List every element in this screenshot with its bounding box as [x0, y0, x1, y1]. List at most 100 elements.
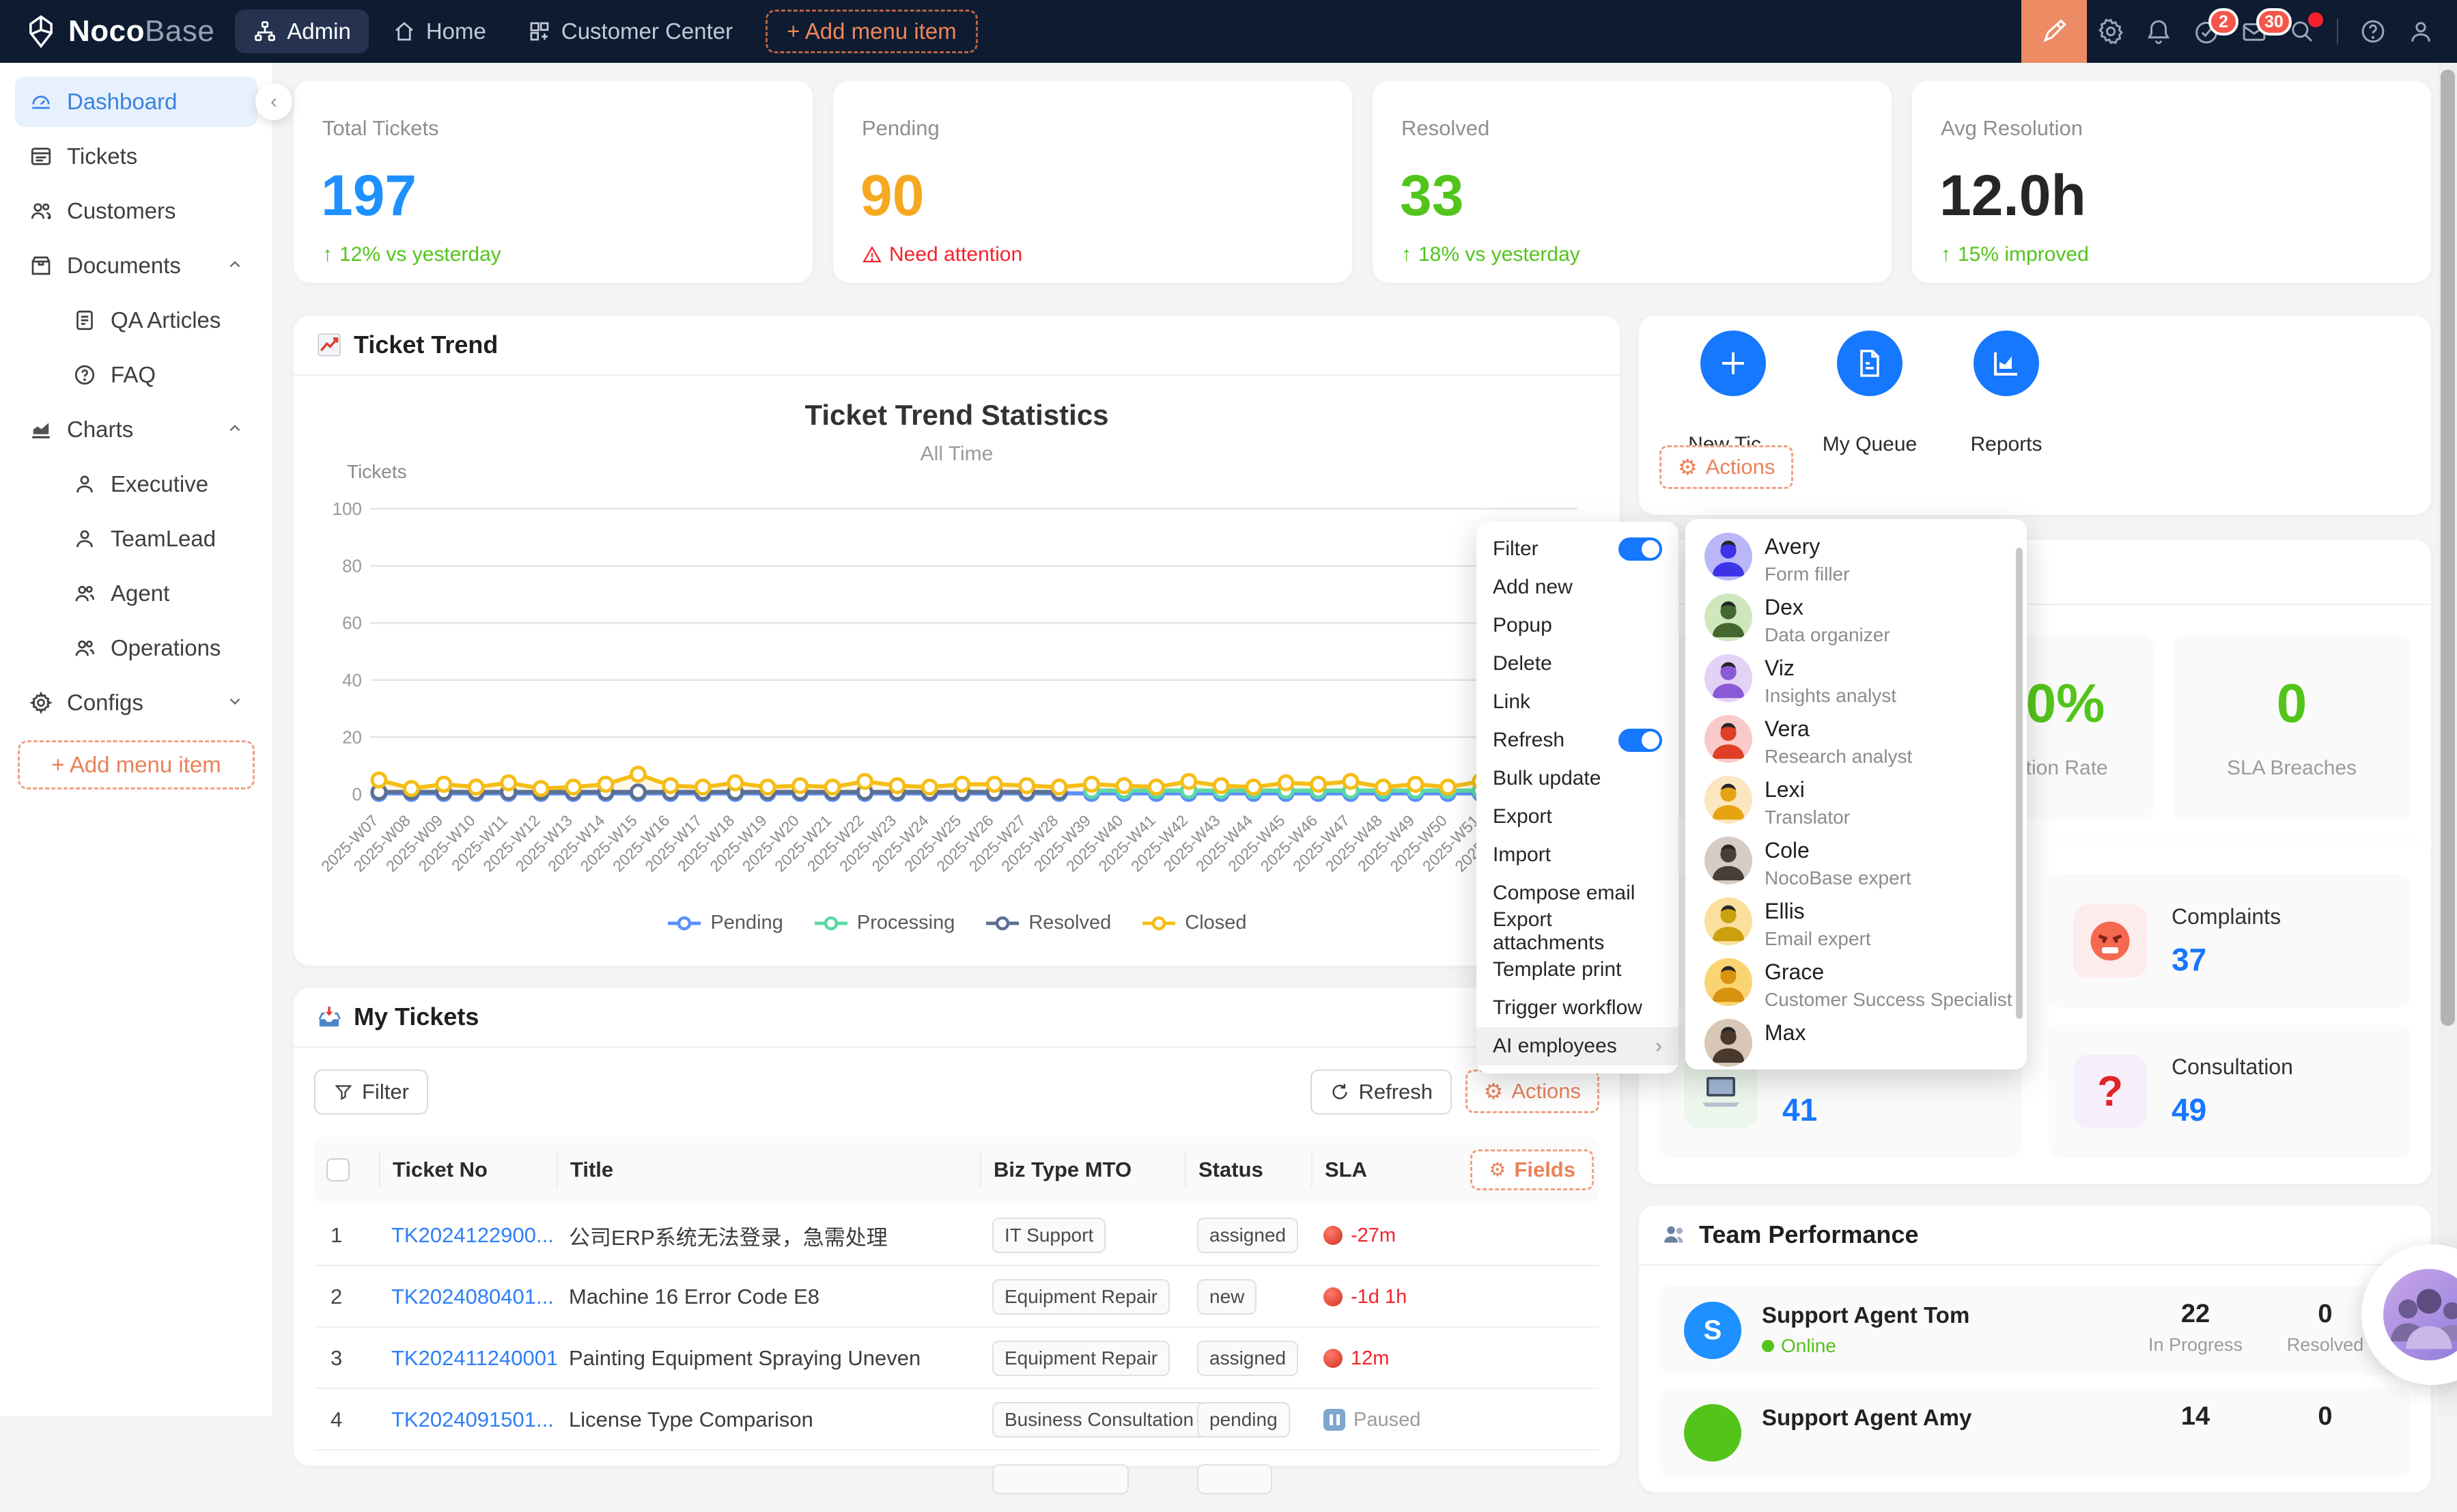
sidebar-item-teamlead[interactable]: TeamLead [15, 514, 257, 564]
plus-icon [1717, 347, 1750, 380]
table-row[interactable]: 1TK2024122900...公司ERP系统无法登录，急需处理IT Suppo… [314, 1206, 1599, 1266]
status-cell: assigned [1185, 1218, 1311, 1253]
col-sla[interactable]: SLA [1311, 1152, 1451, 1188]
col-biz-type[interactable]: Biz Type MTO [980, 1152, 1185, 1188]
stat-delta: ↑18% vs yesterday [1401, 243, 1580, 266]
menu-item-template-print[interactable]: Template print [1476, 951, 1679, 989]
fields-button[interactable]: ⚙Fields [1470, 1149, 1594, 1190]
ai-employee-ellis[interactable]: EllisEmail expert [1685, 893, 2027, 954]
menu-item-ai-employees[interactable]: AI employees› [1476, 1027, 1679, 1065]
sidebar-item-agent[interactable]: Agent [15, 568, 257, 619]
settings-button[interactable] [2087, 0, 2135, 63]
menu-item-trigger-workflow[interactable]: Trigger workflow [1476, 989, 1679, 1027]
legend-item-processing[interactable]: Processing [813, 912, 955, 934]
sidebar-collapse-button[interactable]: ‹ [255, 83, 292, 120]
menu-item-refresh[interactable]: Refresh [1476, 721, 1679, 759]
stat-card-avg-resolution: Avg Resolution 12.0h ↑15% improved [1912, 81, 2431, 283]
sidebar-item-executive[interactable]: Executive [15, 459, 257, 509]
nav-tab-customer-center[interactable]: Customer Center [509, 10, 750, 53]
ai-employee-cole[interactable]: ColeNocoBase expert [1685, 832, 2027, 893]
ai-employee-grace[interactable]: GraceCustomer Success Specialist [1685, 954, 2027, 1015]
sidebar-item-faq[interactable]: FAQ [15, 350, 257, 400]
table-actions-button[interactable]: ⚙Actions [1465, 1069, 1599, 1113]
tasks-button[interactable]: 2 [2182, 0, 2230, 63]
team-row-tom[interactable]: S Support Agent Tom Online 22In Progress… [1659, 1286, 2411, 1375]
nav-tab-home[interactable]: Home [374, 10, 504, 53]
menu-item-import[interactable]: Import [1476, 836, 1679, 874]
table-row[interactable]: 3TK202411240001Painting Equipment Sprayi… [314, 1329, 1599, 1389]
quick-actions-button[interactable]: ⚙Actions [1659, 445, 1793, 489]
legend-item-closed[interactable]: Closed [1141, 912, 1246, 934]
sidebar-item-charts[interactable]: Charts [15, 404, 257, 455]
filter-button[interactable]: Filter [314, 1069, 428, 1115]
sidebar-item-qa-articles[interactable]: QA Articles [15, 295, 257, 346]
in-progress-stat: 22In Progress [2144, 1300, 2247, 1356]
sidebar-item-configs[interactable]: Configs [15, 677, 257, 728]
status-cell: pending [1185, 1402, 1311, 1438]
in-progress-stat: 14 [2144, 1402, 2247, 1431]
page-scrollbar-track[interactable] [2438, 63, 2457, 1416]
ai-team-avatar [2383, 1269, 2457, 1360]
toggle-on[interactable] [1618, 729, 1662, 752]
menu-item-export-attachments[interactable]: Export attachments [1476, 912, 1679, 951]
nav-tab-admin[interactable]: Admin [235, 10, 369, 53]
legend-item-pending[interactable]: Pending [666, 912, 783, 934]
ticket-link[interactable]: TK2024080401... [379, 1285, 557, 1309]
sidebar-item-tickets[interactable]: Tickets [15, 131, 257, 182]
ai-employee-lexi[interactable]: LexiTranslator [1685, 772, 2027, 832]
trend-chart[interactable]: Tickets1008060402002025-W072025-W082025-… [294, 376, 1620, 908]
select-all-checkbox[interactable] [314, 1152, 379, 1188]
ai-employee-dex[interactable]: DexData organizer [1685, 589, 2027, 650]
menu-item-bulk-update[interactable]: Bulk update [1476, 759, 1679, 798]
inbox-button[interactable]: 30 [2230, 0, 2278, 63]
svg-text:20: 20 [342, 727, 362, 747]
tickets-table-header: Ticket No Title Biz Type MTO Status SLA … [314, 1136, 1599, 1203]
category-box-complaints[interactable]: Complaints 37 [2049, 874, 2411, 1008]
menu-item-delete[interactable]: Delete [1476, 645, 1679, 683]
nocobase-logo[interactable]: NocoBase [0, 14, 235, 49]
team-row-amy[interactable]: Support Agent Amy 14 0 [1659, 1388, 2411, 1477]
menu-item-link[interactable]: Link [1476, 683, 1679, 721]
stat-card-pending: Pending 90 Need attention [833, 81, 1352, 283]
menu-item-compose-email[interactable]: Compose email [1476, 874, 1679, 912]
sla-overdue: -1d 1h [1311, 1286, 1451, 1308]
menu-item-add-new[interactable]: Add new [1476, 568, 1679, 606]
sidebar-item-dashboard[interactable]: Dashboard [15, 76, 257, 127]
help-button[interactable] [2349, 0, 2397, 63]
red-dot-icon [1323, 1226, 1343, 1245]
ticket-link[interactable]: TK2024122900... [379, 1223, 557, 1248]
sidebar-item-documents[interactable]: Documents [15, 240, 257, 291]
ai-employee-avery[interactable]: AveryForm filler [1685, 529, 2027, 589]
sidebar-add-menu-item-button[interactable]: + Add menu item [18, 740, 255, 789]
ai-employee-vera[interactable]: VeraResearch analyst [1685, 711, 2027, 772]
user-button[interactable] [2397, 0, 2445, 63]
table-row-partial[interactable] [314, 1452, 1599, 1512]
refresh-button[interactable]: Refresh [1310, 1069, 1452, 1115]
sidebar-item-operations[interactable]: Operations [15, 623, 257, 673]
stat-title: Resolved [1401, 116, 1489, 141]
category-box-consultation[interactable]: ? Consultation 49 [2049, 1024, 2411, 1158]
menu-item-popup[interactable]: Popup [1476, 606, 1679, 645]
notifications-button[interactable] [2135, 0, 2182, 63]
col-status[interactable]: Status [1185, 1152, 1311, 1188]
table-row[interactable]: 2TK2024080401...Machine 16 Error Code E8… [314, 1268, 1599, 1328]
ai-employee-viz[interactable]: VizInsights analyst [1685, 650, 2027, 711]
avatar [1704, 897, 1752, 945]
ticket-link[interactable]: TK2024091501... [379, 1408, 557, 1432]
nav-add-menu-item-button[interactable]: + Add menu item [766, 10, 978, 53]
legend-item-resolved[interactable]: Resolved [985, 912, 1111, 934]
ticket-link[interactable]: TK202411240001 [379, 1346, 557, 1371]
toggle-on[interactable] [1618, 537, 1662, 561]
ai-pen-button[interactable] [2021, 0, 2087, 63]
page-scrollbar-thumb[interactable] [2441, 70, 2455, 1026]
sidebar-item-customers[interactable]: Customers [15, 186, 257, 236]
menu-item-export[interactable]: Export [1476, 798, 1679, 836]
menu-item-filter[interactable]: Filter [1476, 530, 1679, 568]
col-ticket-no[interactable]: Ticket No [379, 1152, 557, 1188]
search-button[interactable] [2278, 0, 2326, 63]
row-index: 4 [314, 1408, 379, 1432]
ai-employee-max[interactable]: Max [1685, 1015, 2027, 1069]
home-icon [392, 19, 417, 44]
table-row[interactable]: 4TK2024091501...License Type ComparisonB… [314, 1390, 1599, 1451]
col-title[interactable]: Title [557, 1152, 980, 1188]
